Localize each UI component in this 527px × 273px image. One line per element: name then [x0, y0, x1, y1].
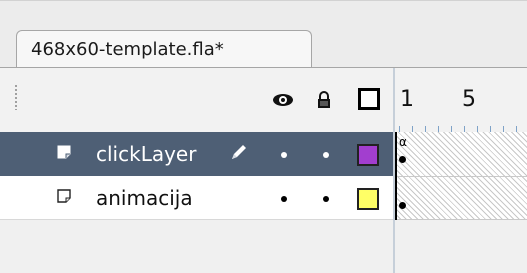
frame-number-1: 1: [400, 87, 414, 112]
keyframe-dot[interactable]: [399, 156, 406, 163]
layer-row-clicklayer[interactable]: clickLayer: [0, 132, 393, 176]
outline-square-icon[interactable]: [358, 88, 380, 110]
layer-name: animacija: [96, 186, 193, 210]
layer-name: clickLayer: [96, 142, 197, 166]
frame-number-5: 5: [462, 87, 476, 112]
eye-icon[interactable]: [272, 90, 294, 110]
lock-dot[interactable]: [323, 196, 329, 202]
layer-icon: [56, 143, 72, 161]
playhead-line: [395, 132, 397, 220]
layer-row-animacija[interactable]: animacija: [0, 176, 393, 220]
frame-row-separator: [395, 176, 527, 177]
layer-icon-graphic: [57, 145, 71, 159]
layer-icon-graphic: [57, 189, 71, 203]
pencil-icon: [228, 141, 250, 169]
document-tab[interactable]: 468x60-template.fla*: [16, 30, 312, 68]
layer-color-swatch[interactable]: [357, 188, 379, 210]
layer-icon: [56, 187, 72, 205]
eye-icon-graphic: [273, 94, 293, 106]
layer-color-swatch[interactable]: [357, 144, 379, 166]
lock-dot[interactable]: [323, 152, 329, 158]
frames-empty-area[interactable]: [395, 220, 527, 273]
visibility-dot[interactable]: [281, 196, 287, 202]
keyframe-dot[interactable]: [399, 202, 406, 209]
top-strip: [0, 0, 527, 32]
lock-icon-graphic: [318, 91, 330, 108]
panel-grip-handle[interactable]: [14, 84, 18, 110]
frame-ruler[interactable]: [395, 118, 527, 132]
document-tab-label: 468x60-template.fla*: [31, 39, 224, 60]
layer-list-empty-area[interactable]: [0, 220, 393, 273]
pencil-icon-graphic: [232, 145, 246, 159]
lock-icon[interactable]: [313, 90, 335, 110]
frame-label-marker: α: [399, 135, 407, 149]
visibility-dot[interactable]: [281, 152, 287, 158]
